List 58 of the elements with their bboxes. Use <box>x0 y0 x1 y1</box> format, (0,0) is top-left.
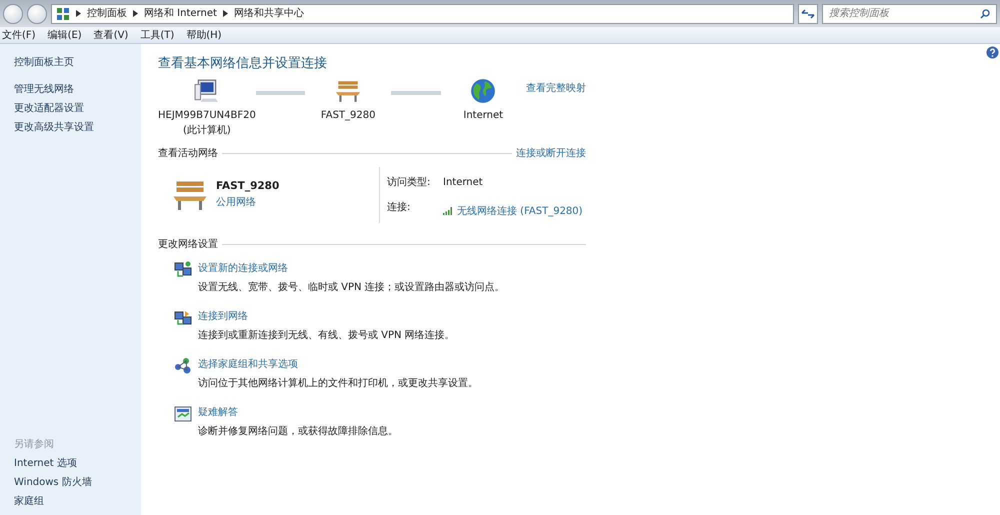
connection-link[interactable]: 无线网络连接 (FAST_9280) <box>457 204 583 219</box>
page-title: 查看基本网络信息并设置连接 <box>158 56 328 72</box>
computer-icon <box>194 78 220 104</box>
sidebar-link[interactable]: 家庭组 <box>14 492 141 511</box>
node-label: Internet <box>463 108 504 123</box>
network-name: FAST_9280 <box>216 179 280 194</box>
network-computers-icon <box>174 308 192 327</box>
full-map-link[interactable]: 查看完整映射 <box>526 80 586 96</box>
task-description: 访问位于其他网络计算机上的文件和打印机，或更改共享设置。 <box>198 376 478 391</box>
sidebar-link[interactable]: 更改适配器设置 <box>14 99 141 118</box>
control-panel-icon <box>56 6 70 20</box>
forward-button[interactable] <box>27 4 47 24</box>
chevron-icon <box>76 10 81 17</box>
node-sublabel: (此计算机) <box>183 124 231 138</box>
menu-item[interactable]: 编辑(E) <box>48 28 82 42</box>
monitor-chart-icon <box>174 404 192 423</box>
chevron-icon <box>133 10 138 17</box>
connected-nodes-icon <box>174 356 192 375</box>
help-icon[interactable] <box>986 46 999 59</box>
search-placeholder: 搜索控制面板 <box>829 6 889 21</box>
task-description: 连接到或重新连接到无线、有线、拨号或 VPN 网络连接。 <box>198 328 455 343</box>
field-value: Internet <box>443 176 484 190</box>
network-computers-icon <box>174 260 192 279</box>
section-heading: 更改网络设置 <box>158 238 218 252</box>
search-field[interactable]: 搜索控制面板 <box>822 4 997 24</box>
breadcrumb-item[interactable]: 控制面板 <box>87 6 127 21</box>
search-icon <box>980 8 990 18</box>
refresh-icon[interactable] <box>798 4 818 24</box>
node-label: FAST_9280 <box>320 108 376 123</box>
breadcrumb-item[interactable]: 网络和 Internet <box>144 6 217 21</box>
sidebar-link[interactable]: 更改高级共享设置 <box>14 118 141 137</box>
task-link[interactable]: 选择家庭组和共享选项 <box>198 356 478 372</box>
sidebar-link[interactable]: Windows 防火墙 <box>14 473 141 492</box>
task-link[interactable]: 疑难解答 <box>198 404 398 420</box>
task-description: 诊断并修复网络问题，或获得故障排除信息。 <box>198 424 398 439</box>
task-link[interactable]: 连接到网络 <box>198 308 455 324</box>
task-description: 设置无线、宽带、拨号、临时或 VPN 连接；或设置路由器或访问点。 <box>198 280 505 295</box>
sidebar-link[interactable]: Internet 选项 <box>14 454 141 473</box>
chevron-icon <box>222 10 228 17</box>
menu-item[interactable]: 帮助(H) <box>186 28 222 42</box>
section-heading: 查看活动网络 <box>158 146 218 161</box>
field-label: 连接: <box>387 200 412 216</box>
node-label: HEJM99B7UN4BF20 <box>158 108 256 123</box>
menu-item[interactable]: 文件(F) <box>2 28 36 42</box>
sidebar-link[interactable]: 控制面板主页 <box>14 53 141 72</box>
breadcrumb-item[interactable]: 网络和共享中心 <box>234 6 304 21</box>
connect-disconnect-link[interactable]: 连接或断开连接 <box>516 146 586 161</box>
signal-icon <box>443 207 453 216</box>
menu-item[interactable]: 查看(V) <box>94 28 128 42</box>
menu-item[interactable]: 工具(T) <box>140 28 174 42</box>
network-type-link[interactable]: 公用网络 <box>216 194 280 210</box>
task-link[interactable]: 设置新的连接或网络 <box>198 260 505 276</box>
globe-icon <box>470 78 496 104</box>
section-heading: 另请参阅 <box>14 438 55 452</box>
field-label: 访问类型: <box>387 176 432 190</box>
sidebar-link[interactable]: 管理无线网络 <box>14 80 141 99</box>
address-field[interactable]: 控制面板 网络和 Internet 网络和共享中心 <box>51 4 794 24</box>
back-button[interactable] <box>3 4 23 24</box>
